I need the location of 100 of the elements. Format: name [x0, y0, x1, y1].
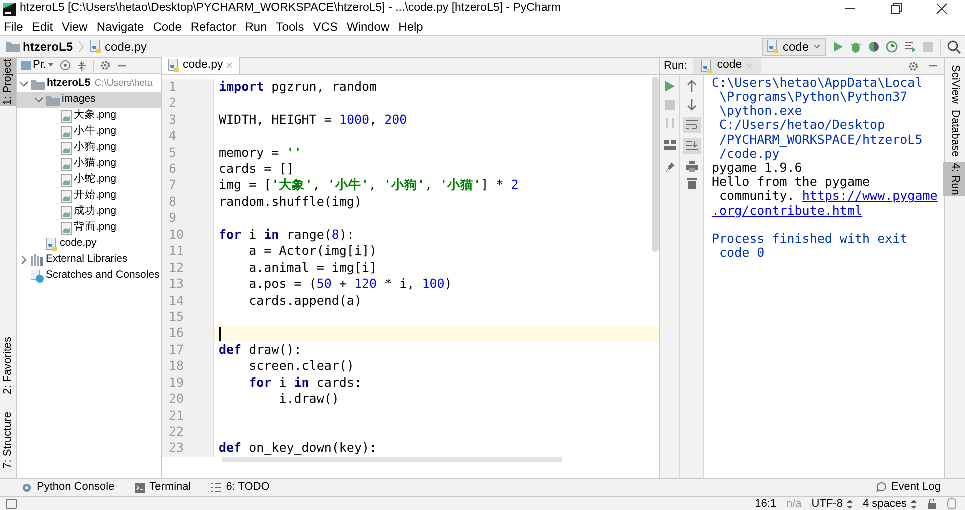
code-line: memory = '' — [219, 144, 302, 162]
panel-icon — [21, 61, 31, 70]
console-output: community. — [718, 190, 796, 203]
code-line: for i in range(8): — [219, 226, 354, 244]
image-file-icon — [61, 206, 72, 218]
line-number: 9 — [162, 210, 214, 227]
run-tab[interactable]: code — [693, 58, 762, 74]
trash-icon[interactable] — [686, 177, 696, 189]
python-console-icon — [22, 482, 32, 492]
arrow-down-icon[interactable] — [686, 99, 696, 111]
event-log-button[interactable]: Event Log — [876, 479, 941, 496]
tool-window-button[interactable]: Database — [942, 108, 965, 158]
folder-icon — [46, 94, 60, 106]
image-file-icon — [61, 174, 72, 186]
menu-item[interactable]: Navigate — [96, 18, 144, 36]
tree-item[interactable]: 大象.png — [17, 108, 161, 124]
output-link[interactable]: https://www.pygame — [802, 190, 938, 203]
output-link[interactable]: .org/contribute.html — [712, 204, 863, 218]
scroll-end-icon — [686, 141, 698, 151]
tool-window-button[interactable]: 7: Structure — [0, 411, 16, 470]
console-output: code 0 — [718, 247, 765, 260]
menu-item[interactable]: Run — [245, 18, 268, 36]
line-number: 16 — [162, 326, 214, 342]
tool-window-button[interactable]: Python Console — [22, 479, 115, 496]
run-icon[interactable] — [664, 81, 675, 92]
panel-toggle-icon[interactable] — [6, 499, 17, 509]
tree-item[interactable]: 成功.png — [17, 204, 161, 220]
code-line: def draw(): — [219, 340, 302, 359]
tree-item[interactable]: 小狗.png — [17, 140, 161, 156]
search-icon[interactable] — [947, 40, 961, 54]
console-output: /code.py — [718, 148, 780, 160]
line-number: 1 — [162, 79, 214, 96]
tree-item[interactable]: 背面.png — [17, 220, 161, 236]
image-file-icon — [61, 142, 72, 154]
image-file-icon — [61, 110, 72, 122]
tree-item[interactable]: 小蛇.png — [17, 172, 161, 188]
locate-icon[interactable] — [60, 60, 72, 71]
status-widget[interactable]: UTF-8 — [812, 496, 853, 510]
menu-item[interactable]: Refactor — [190, 18, 236, 36]
status-widget[interactable]: 4 spaces — [862, 496, 917, 510]
settings-icon[interactable] — [908, 60, 919, 72]
python-file-icon — [168, 59, 180, 72]
line-number: 22 — [162, 424, 214, 441]
python-file-icon — [90, 40, 102, 53]
tool-window-button[interactable]: 4: Run — [942, 162, 965, 196]
breadcrumb-item[interactable]: htzeroL5 — [23, 38, 74, 56]
tool-window-button[interactable]: SciView — [942, 64, 965, 105]
lock-icon[interactable] — [927, 499, 937, 509]
menu-item[interactable]: File — [4, 18, 24, 36]
folder-icon — [31, 78, 45, 90]
tree-item[interactable]: 小牛.png — [17, 124, 161, 140]
tree-item[interactable]: htzeroL5 C:\Users\heta — [17, 76, 161, 92]
run-icon[interactable] — [832, 40, 844, 52]
arrow-up-icon[interactable] — [686, 80, 696, 92]
menu-item[interactable]: Window — [346, 18, 390, 36]
close-icon — [746, 62, 754, 70]
code-line: a.animal = img[i] — [248, 258, 378, 277]
print-icon[interactable] — [686, 161, 698, 172]
menu-item[interactable]: Help — [398, 18, 424, 36]
settings-icon[interactable] — [100, 60, 112, 71]
tree-item[interactable]: 小猫.png — [17, 156, 161, 172]
wrap-icon — [686, 120, 698, 130]
breadcrumb-item[interactable]: code.py — [105, 38, 148, 56]
layout-icon[interactable] — [664, 140, 676, 150]
code-line: import pgzrun, random — [219, 78, 378, 96]
collapse-all-icon[interactable] — [77, 60, 88, 70]
run-config-dropdown[interactable]: code — [762, 38, 826, 56]
menu-item[interactable]: Tools — [276, 18, 304, 36]
app-icon — [3, 2, 16, 16]
tree-item[interactable]: Scratches and Consoles — [17, 268, 161, 284]
tree-item[interactable]: External Libraries — [17, 252, 161, 268]
tool-window-button[interactable]: Terminal — [134, 479, 192, 496]
soft-wrap-toggle[interactable] — [682, 117, 700, 133]
profiler-icon[interactable] — [886, 40, 898, 52]
tool-window-button[interactable]: 6: TODO — [211, 479, 270, 496]
tree-item[interactable]: code.py — [17, 236, 161, 252]
scroll-to-end-toggle[interactable] — [682, 138, 700, 154]
scrollbar-thumb[interactable] — [652, 77, 659, 252]
line-number: 14 — [162, 292, 214, 310]
up-down-icon — [846, 500, 853, 508]
image-file-icon — [61, 158, 72, 170]
editor-tab[interactable]: code.py — [162, 57, 240, 74]
coverage-icon[interactable] — [868, 40, 880, 52]
code-line: img = ['大象', '小牛', '小狗', '小猫'] * 2 — [219, 176, 519, 194]
pin-icon[interactable] — [664, 162, 674, 173]
menu-item[interactable]: View — [62, 18, 88, 36]
menu-item[interactable]: Edit — [32, 18, 54, 36]
tool-window-button[interactable]: 2: Favorites — [0, 336, 16, 396]
menu-item[interactable]: VCS — [313, 18, 338, 36]
tool-window-button[interactable]: 1: Project — [0, 58, 16, 106]
line-number: 4 — [162, 128, 214, 145]
bug-icon[interactable] — [850, 40, 862, 52]
tree-item[interactable]: 开始.png — [17, 188, 161, 204]
line-number: 5 — [162, 144, 214, 162]
scrollbar-thumb[interactable] — [222, 457, 562, 462]
concurrency-icon[interactable] — [904, 40, 916, 52]
list-icon — [211, 482, 222, 492]
tree-item[interactable]: images — [17, 92, 161, 108]
menu-item[interactable]: Code — [153, 18, 182, 36]
code-line: WIDTH, HEIGHT = 1000, 200 — [219, 110, 408, 129]
